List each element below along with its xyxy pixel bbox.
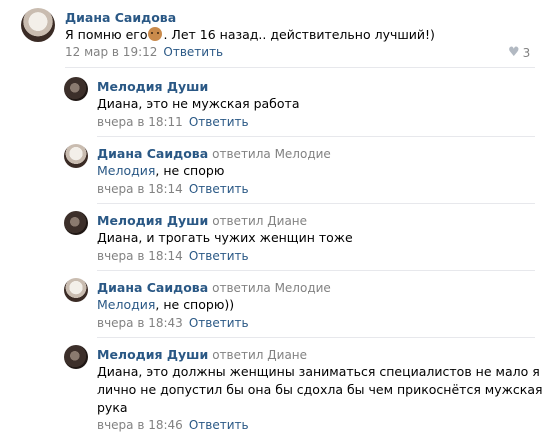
comment-meta: вчера в 18:46 Ответить (97, 418, 249, 432)
comment-time[interactable]: вчера в 18:11 (97, 115, 183, 129)
comment-text: Диана, и трогать чужих женщин тоже (97, 230, 353, 245)
comment-author[interactable]: Диана Саидова ответила Мелодие (97, 280, 331, 295)
comment-meta: вчера в 18:43 Ответить (97, 316, 249, 330)
comment-text: Мелодия, не спорю)) (97, 297, 235, 312)
comment-time[interactable]: вчера в 18:14 (97, 249, 183, 263)
comment-time[interactable]: вчера в 18:43 (97, 316, 183, 330)
monkey-emoji-icon (148, 27, 163, 41)
avatar[interactable] (21, 8, 55, 42)
comment-text-line: Диана, это должны женщины заниматься спе… (97, 364, 540, 379)
comment-meta: вчера в 18:14 Ответить (97, 182, 249, 196)
divider (97, 270, 535, 271)
reply-button[interactable]: Ответить (189, 249, 249, 263)
avatar[interactable] (64, 345, 88, 369)
reply-button[interactable]: Ответить (163, 45, 223, 59)
comment-meta: 12 мар в 19:12 Ответить (65, 45, 223, 59)
comment-text: Диана, это не мужская работа (97, 96, 300, 111)
comment-time[interactable]: вчера в 18:46 (97, 418, 183, 432)
replied-to-label[interactable]: ответил Диане (212, 348, 307, 362)
mention-link[interactable]: Мелодия (97, 297, 155, 312)
comment-text: Мелодия, не спорю (97, 163, 225, 178)
comment-time[interactable]: 12 мар в 19:12 (65, 45, 157, 59)
reply-button[interactable]: Ответить (189, 115, 249, 129)
divider (65, 67, 535, 68)
mention-link[interactable]: Мелодия (97, 163, 155, 178)
comment-time[interactable]: вчера в 18:14 (97, 182, 183, 196)
avatar[interactable] (64, 77, 88, 101)
divider (97, 337, 535, 338)
avatar[interactable] (64, 211, 88, 235)
reply-button[interactable]: Ответить (189, 182, 249, 196)
reply-button[interactable]: Ответить (189, 418, 249, 432)
divider (97, 136, 535, 137)
comment-author[interactable]: Мелодия Души ответил Диане (97, 347, 307, 362)
comment-text-line: рука (97, 400, 128, 415)
comment-author[interactable]: Диана Саидова ответила Мелодие (97, 146, 331, 161)
like-count: 3 (522, 45, 531, 60)
heart-icon: ♥ (508, 45, 520, 60)
comment-author[interactable]: Мелодия Души (97, 79, 208, 94)
avatar[interactable] (64, 278, 88, 302)
comment-author[interactable]: Диана Саидова (65, 10, 176, 25)
replied-to-label[interactable]: ответила Мелодие (212, 281, 331, 295)
divider (97, 203, 535, 204)
reply-button[interactable]: Ответить (189, 316, 249, 330)
comment-author[interactable]: Мелодия Души ответил Диане (97, 213, 307, 228)
avatar[interactable] (64, 144, 88, 168)
replied-to-label[interactable]: ответила Мелодие (212, 147, 331, 161)
comment-meta: вчера в 18:11 Ответить (97, 115, 249, 129)
like-button[interactable]: ♥ 3 (508, 45, 530, 60)
comment-text: Я помню его. Лет 16 назад.. действительн… (65, 27, 435, 42)
comment-text-line: лично не допустил бы она бы сдохла бы че… (97, 382, 543, 397)
replied-to-label[interactable]: ответил Диане (212, 214, 307, 228)
comment-meta: вчера в 18:14 Ответить (97, 249, 249, 263)
